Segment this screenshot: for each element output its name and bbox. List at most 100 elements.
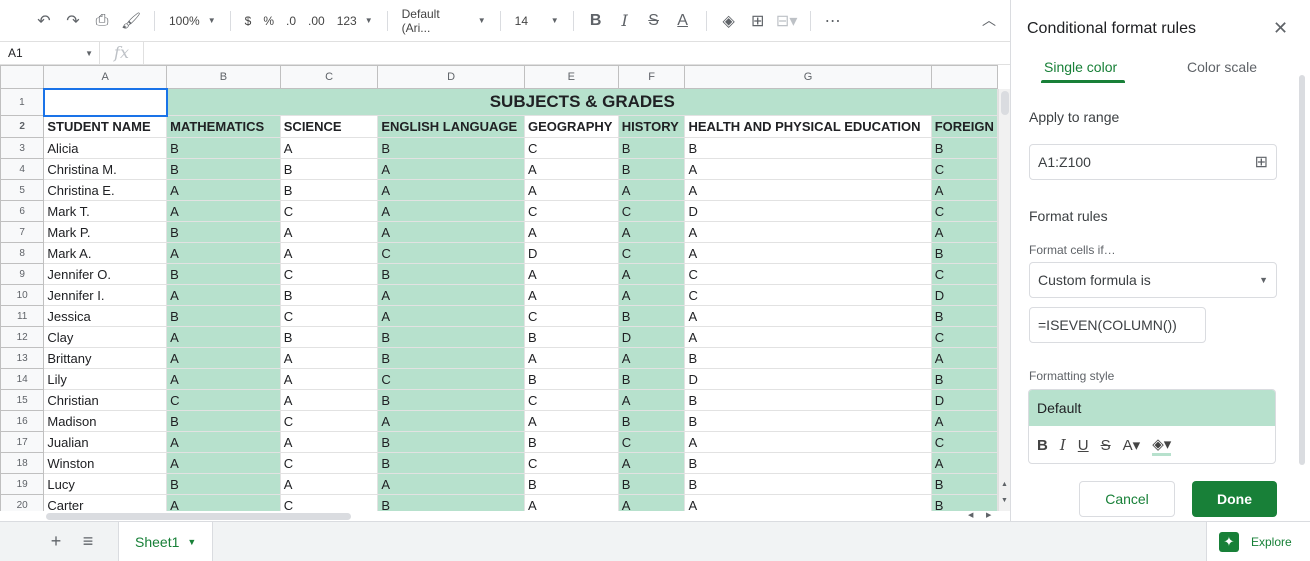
table-cell[interactable]: A (279, 431, 379, 453)
vertical-scrollbar[interactable]: ▲ ▼ (998, 89, 1010, 511)
table-cell[interactable]: B (523, 431, 619, 453)
table-cell[interactable]: A (166, 452, 281, 474)
table-cell[interactable]: A (684, 221, 932, 243)
table-cell[interactable]: C (617, 431, 686, 453)
table-cell[interactable]: A (523, 347, 619, 369)
table-cell[interactable]: B (279, 179, 379, 201)
bold-icon[interactable]: B (582, 7, 610, 35)
table-cell[interactable]: A (617, 179, 686, 201)
table-cell[interactable]: C (523, 452, 619, 474)
merge-cells-icon[interactable]: ⊟▾ (773, 7, 801, 35)
table-cell[interactable]: B (617, 305, 686, 327)
table-cell[interactable]: A (166, 284, 281, 306)
table-cell[interactable]: B (166, 137, 281, 159)
table-cell[interactable]: A (523, 284, 619, 306)
table-cell[interactable]: C (523, 389, 619, 411)
add-sheet-icon[interactable]: + (40, 531, 72, 552)
table-cell[interactable]: C (523, 305, 619, 327)
table-cell[interactable]: C (166, 389, 281, 411)
table-cell[interactable]: A (166, 200, 281, 222)
table-cell[interactable]: A (617, 284, 686, 306)
table-cell[interactable]: Jennifer O. (43, 263, 168, 285)
table-cell[interactable]: A (166, 431, 281, 453)
table-cell[interactable]: D (930, 284, 998, 306)
table-cell[interactable]: A (279, 389, 379, 411)
table-cell[interactable]: A (377, 410, 525, 432)
table-cell[interactable]: A (166, 347, 281, 369)
name-box[interactable]: A1 ▼ (0, 42, 100, 64)
italic-icon[interactable]: I (1060, 436, 1066, 454)
row-header[interactable]: 16 (0, 410, 45, 432)
font-dropdown[interactable]: Default (Ari... ▼ (396, 7, 492, 35)
table-cell[interactable]: B (377, 431, 525, 453)
table-cell[interactable]: A (279, 137, 379, 159)
scrollbar-thumb[interactable] (1001, 91, 1009, 115)
table-cell[interactable]: C (930, 200, 998, 222)
table-cell[interactable]: A (523, 494, 619, 511)
row-header[interactable]: 15 (0, 389, 45, 411)
table-cell[interactable]: D (523, 242, 619, 264)
row-header[interactable]: 4 (0, 158, 45, 180)
table-cell[interactable]: B (523, 326, 619, 348)
header-cell[interactable]: HISTORY (617, 115, 686, 138)
borders-icon[interactable]: ⊞ (744, 7, 772, 35)
condition-select[interactable]: Custom formula is ▼ (1029, 262, 1277, 298)
table-cell[interactable]: D (617, 326, 686, 348)
table-cell[interactable]: D (684, 368, 932, 390)
table-cell[interactable]: Mark A. (43, 242, 168, 264)
table-cell[interactable]: B (930, 473, 998, 495)
table-cell[interactable]: C (523, 137, 619, 159)
table-cell[interactable]: A (617, 221, 686, 243)
zoom-dropdown[interactable]: 100% ▼ (163, 7, 222, 35)
row-header[interactable]: 12 (0, 326, 45, 348)
range-field[interactable]: A1:Z100 ⊞ (1029, 144, 1277, 180)
row-header[interactable]: 9 (0, 263, 45, 285)
table-cell[interactable]: A (617, 347, 686, 369)
table-cell[interactable]: A (617, 389, 686, 411)
table-cell[interactable]: C (930, 431, 998, 453)
table-cell[interactable]: B (166, 305, 281, 327)
select-all-corner[interactable] (0, 65, 45, 89)
table-cell[interactable]: B (166, 221, 281, 243)
table-cell[interactable]: B (617, 137, 686, 159)
underline-icon[interactable]: U (1078, 437, 1089, 454)
text-color-icon[interactable]: A▾ (1123, 436, 1141, 454)
column-header[interactable] (930, 65, 998, 89)
table-cell[interactable]: A (523, 179, 619, 201)
table-cell[interactable]: Christina M. (43, 158, 168, 180)
header-cell[interactable]: GEOGRAPHY (523, 115, 619, 138)
undo-icon[interactable]: ↶ (30, 7, 58, 35)
table-cell[interactable]: B (377, 347, 525, 369)
table-cell[interactable]: B (279, 326, 379, 348)
scroll-right-icon[interactable]: ▶ (986, 511, 991, 519)
row-header[interactable]: 19 (0, 473, 45, 495)
table-cell[interactable]: Jennifer I. (43, 284, 168, 306)
table-cell[interactable]: A (523, 221, 619, 243)
table-cell[interactable]: Christina E. (43, 179, 168, 201)
table-cell[interactable]: B (930, 305, 998, 327)
table-cell[interactable]: A (617, 263, 686, 285)
table-cell[interactable]: D (930, 389, 998, 411)
close-icon[interactable]: ✕ (1273, 18, 1288, 39)
sheet-tab[interactable]: Sheet1 ▼ (118, 521, 214, 561)
panel-scrollbar[interactable] (1299, 75, 1305, 465)
table-cell[interactable]: C (279, 305, 379, 327)
row-header[interactable]: 20 (0, 494, 45, 511)
table-cell[interactable]: C (617, 242, 686, 264)
scroll-down-icon[interactable]: ▼ (1001, 497, 1008, 504)
table-cell[interactable]: Brittany (43, 347, 168, 369)
table-cell[interactable]: A (930, 179, 998, 201)
table-cell[interactable]: B (617, 410, 686, 432)
table-cell[interactable]: B (684, 347, 932, 369)
table-cell[interactable]: A (279, 242, 379, 264)
row-header[interactable]: 7 (0, 221, 45, 243)
table-cell[interactable]: A (617, 494, 686, 511)
table-cell[interactable]: B (377, 326, 525, 348)
table-cell[interactable]: A (166, 179, 281, 201)
table-cell[interactable]: B (166, 410, 281, 432)
table-cell[interactable]: A (617, 452, 686, 474)
column-header[interactable]: E (523, 65, 619, 89)
table-cell[interactable]: A (523, 158, 619, 180)
more-formats-dropdown[interactable]: 123 ▼ (331, 7, 379, 35)
row-header[interactable]: 11 (0, 305, 45, 327)
